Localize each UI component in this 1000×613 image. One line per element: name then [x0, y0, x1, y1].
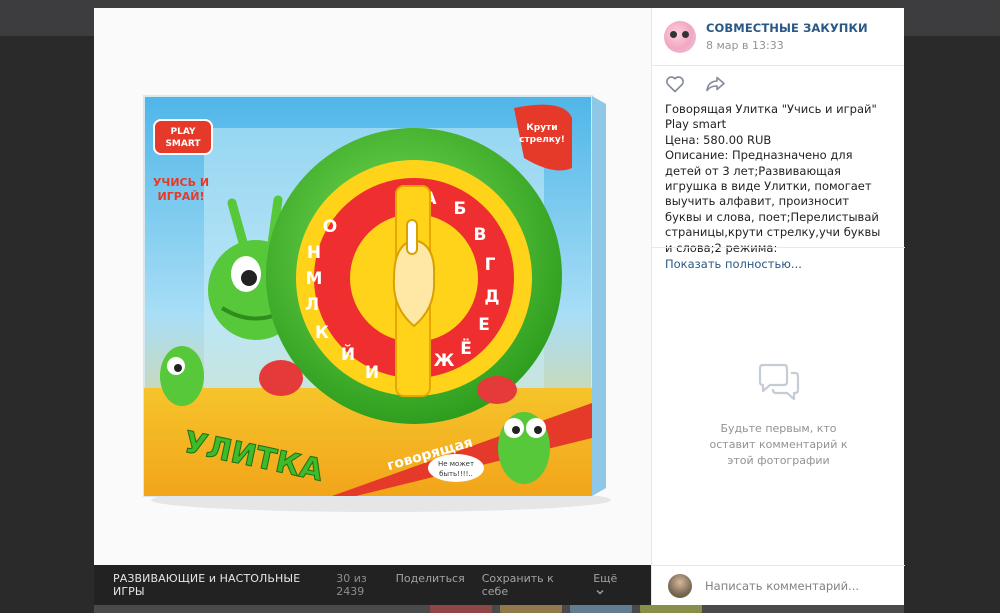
comment-composer — [652, 565, 905, 605]
empty-comments-text: Будьте первым, кто оставит комментарий к… — [709, 422, 848, 467]
show-more-link[interactable]: Показать полностью... — [665, 257, 885, 272]
save-photo-button[interactable]: Сохранить к себе — [482, 572, 576, 598]
brand-logo-text: PLAY — [171, 127, 196, 137]
wheel-letter: Г — [485, 255, 496, 275]
post-actions — [652, 66, 904, 102]
speech-bubbles-icon — [758, 363, 799, 401]
share-button[interactable] — [705, 76, 726, 92]
wheel-letter: О — [323, 217, 337, 237]
album-title-link[interactable]: РАЗВИВАЮЩИЕ и НАСТОЛЬНЫЕ ИГРЫ — [113, 572, 326, 598]
wheel-letter: Д — [484, 287, 499, 307]
share-arrow-icon — [706, 76, 725, 92]
chevron-down-icon — [596, 590, 604, 595]
box-slogan: ИГРАЙ! — [157, 190, 204, 203]
wheel-letter: Ж — [434, 351, 455, 371]
heart-icon — [666, 76, 684, 93]
wheel-letter: В — [474, 225, 487, 245]
photo-area[interactable]: А Б В Г Д Е Ё Ж З И Й К Л Н О М — [94, 8, 651, 565]
empty-comments-placeholder: Будьте первым, кто оставит комментарий к… — [652, 363, 905, 469]
post-author-block: СОВМЕСТНЫЕ ЗАКУПКИ 8 мар в 13:33 — [652, 8, 904, 66]
wheel-letter: Ё — [460, 337, 472, 359]
wheel-letter: К — [315, 323, 329, 343]
brand-logo-text: SMART — [165, 139, 201, 149]
community-name-link[interactable]: СОВМЕСТНЫЕ ЗАКУПКИ — [706, 21, 868, 35]
wheel-letter: И — [365, 363, 379, 383]
product-photo: А Б В Г Д Е Ё Ж З И Й К Л Н О М — [143, 95, 611, 512]
wheel-letter: М — [306, 269, 323, 289]
more-menu-label: Ещё — [593, 572, 618, 585]
comment-input[interactable] — [705, 578, 895, 593]
divider — [652, 247, 905, 248]
more-menu-button[interactable]: Ещё — [593, 572, 629, 598]
photo-viewer-modal: А Б В Г Д Е Ё Ж З И Й К Л Н О М — [94, 8, 905, 605]
box-bubble-text: быть!!!!.. — [439, 470, 473, 478]
wheel-letter: Б — [454, 199, 467, 219]
wheel-letter: Й — [341, 343, 355, 365]
wheel-letter: Н — [307, 243, 321, 263]
user-avatar[interactable] — [668, 573, 692, 598]
wheel-letter: Л — [305, 295, 319, 315]
like-button[interactable] — [665, 75, 685, 93]
description-line: Цена: 580.00 RUB — [665, 132, 772, 147]
community-avatar[interactable] — [664, 20, 696, 53]
photo-actions: Поделиться Сохранить к себе Ещё — [396, 572, 651, 598]
arrow-sticker-text: Крути — [526, 123, 557, 133]
box-slogan: УЧИСЬ И — [153, 176, 209, 189]
photo-sidebar: СОВМЕСТНЫЕ ЗАКУПКИ 8 мар в 13:33 Говорящ… — [651, 8, 905, 605]
arrow-sticker-text: стрелку! — [519, 135, 565, 145]
description-line: Описание: Предназначено для детей от 3 л… — [665, 148, 881, 255]
description-line: Говорящая Улитка "Учись и играй" Play sm… — [665, 102, 877, 132]
box-bubble-text: Не может — [438, 460, 474, 468]
wheel-letter: Е — [478, 315, 490, 335]
photo-bottom-bar: РАЗВИВАЮЩИЕ и НАСТОЛЬНЫЕ ИГРЫ 30 из 2439… — [94, 565, 651, 605]
share-photo-button[interactable]: Поделиться — [396, 572, 465, 598]
photo-counter: 30 из 2439 — [336, 572, 367, 598]
post-date[interactable]: 8 мар в 13:33 — [706, 39, 868, 52]
